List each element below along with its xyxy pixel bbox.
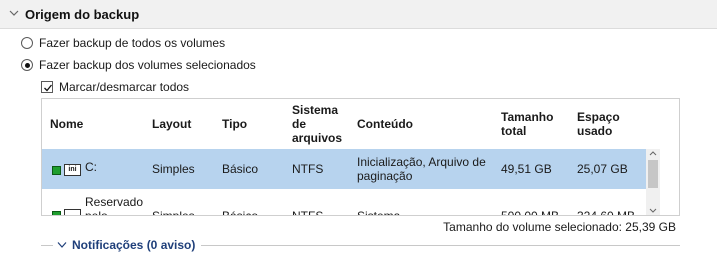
radio-button[interactable] bbox=[21, 37, 33, 49]
scroll-down-icon[interactable] bbox=[646, 205, 660, 215]
column-header-total-size[interactable]: Tamanho total bbox=[501, 99, 567, 149]
volume-icons: ini bbox=[52, 164, 81, 176]
column-header-used-space[interactable]: Espaço usado bbox=[577, 99, 637, 149]
cell-content: Sistema bbox=[357, 209, 401, 216]
chevron-down-icon[interactable] bbox=[57, 241, 67, 249]
volume-icons bbox=[52, 209, 81, 215]
column-header-name[interactable]: Nome bbox=[50, 99, 140, 149]
volume-status-icon bbox=[52, 210, 61, 215]
volume-status-icon bbox=[52, 165, 61, 175]
volumes-table: Nome Layout Tipo Sistema de arquivos Con… bbox=[41, 98, 680, 216]
section-title: Origem do backup bbox=[25, 7, 140, 22]
option-label: Fazer backup de todos os volumes bbox=[39, 36, 226, 50]
column-header-layout[interactable]: Layout bbox=[152, 99, 212, 149]
select-all-checkbox[interactable]: Marcar/desmarcar todos bbox=[41, 79, 189, 95]
table-rows: ini C: Simples Básico NTFS Inicialização… bbox=[42, 149, 646, 216]
cell-type: Básico bbox=[222, 209, 259, 216]
check-icon bbox=[44, 84, 53, 92]
backup-source-header[interactable]: Origem do backup bbox=[0, 0, 717, 29]
scroll-thumb[interactable] bbox=[648, 160, 658, 188]
divider bbox=[201, 245, 680, 246]
column-header-filesystem[interactable]: Sistema de arquivos bbox=[292, 99, 350, 149]
checkbox[interactable] bbox=[41, 81, 53, 93]
cell-used-space: 324,60 MB bbox=[577, 209, 636, 216]
cell-total-size: 49,51 GB bbox=[501, 162, 552, 176]
cell-used-space: 25,07 GB bbox=[577, 162, 628, 176]
table-row[interactable]: Reservado pelo Simples Básico NTFS Siste… bbox=[42, 189, 646, 216]
table-scrollbar[interactable] bbox=[646, 149, 660, 215]
disk-icon bbox=[64, 209, 81, 215]
table-row[interactable]: ini C: Simples Básico NTFS Inicialização… bbox=[42, 149, 646, 189]
chevron-down-icon[interactable] bbox=[9, 8, 19, 18]
cell-name: Reservado pelo bbox=[85, 195, 144, 216]
backup-selected-volumes-option[interactable]: Fazer backup dos volumes selecionados bbox=[21, 57, 256, 73]
cell-layout: Simples bbox=[152, 209, 195, 216]
select-all-label: Marcar/desmarcar todos bbox=[59, 80, 190, 94]
scroll-up-icon[interactable] bbox=[646, 149, 660, 159]
cell-content: Inicialização, Arquivo de paginação bbox=[357, 155, 486, 183]
cell-type: Básico bbox=[222, 162, 259, 176]
radio-button-selected[interactable] bbox=[21, 59, 33, 71]
cell-filesystem: NTFS bbox=[292, 162, 324, 176]
notifications-toggle[interactable]: Notificações (0 aviso) bbox=[72, 238, 195, 252]
option-label: Fazer backup dos volumes selecionados bbox=[39, 58, 256, 72]
backup-all-volumes-option[interactable]: Fazer backup de todos os volumes bbox=[21, 35, 225, 51]
cell-layout: Simples bbox=[152, 162, 195, 176]
disk-icon: ini bbox=[64, 164, 81, 176]
cell-total-size: 500,00 MB bbox=[501, 209, 560, 216]
column-header-type[interactable]: Tipo bbox=[222, 99, 282, 149]
column-header-content[interactable]: Conteúdo bbox=[357, 99, 487, 149]
cell-filesystem: NTFS bbox=[292, 209, 324, 216]
divider bbox=[41, 245, 53, 246]
cell-name: C: bbox=[85, 160, 97, 174]
selected-volume-size: Tamanho do volume selecionado: 25,39 GB bbox=[443, 220, 676, 234]
